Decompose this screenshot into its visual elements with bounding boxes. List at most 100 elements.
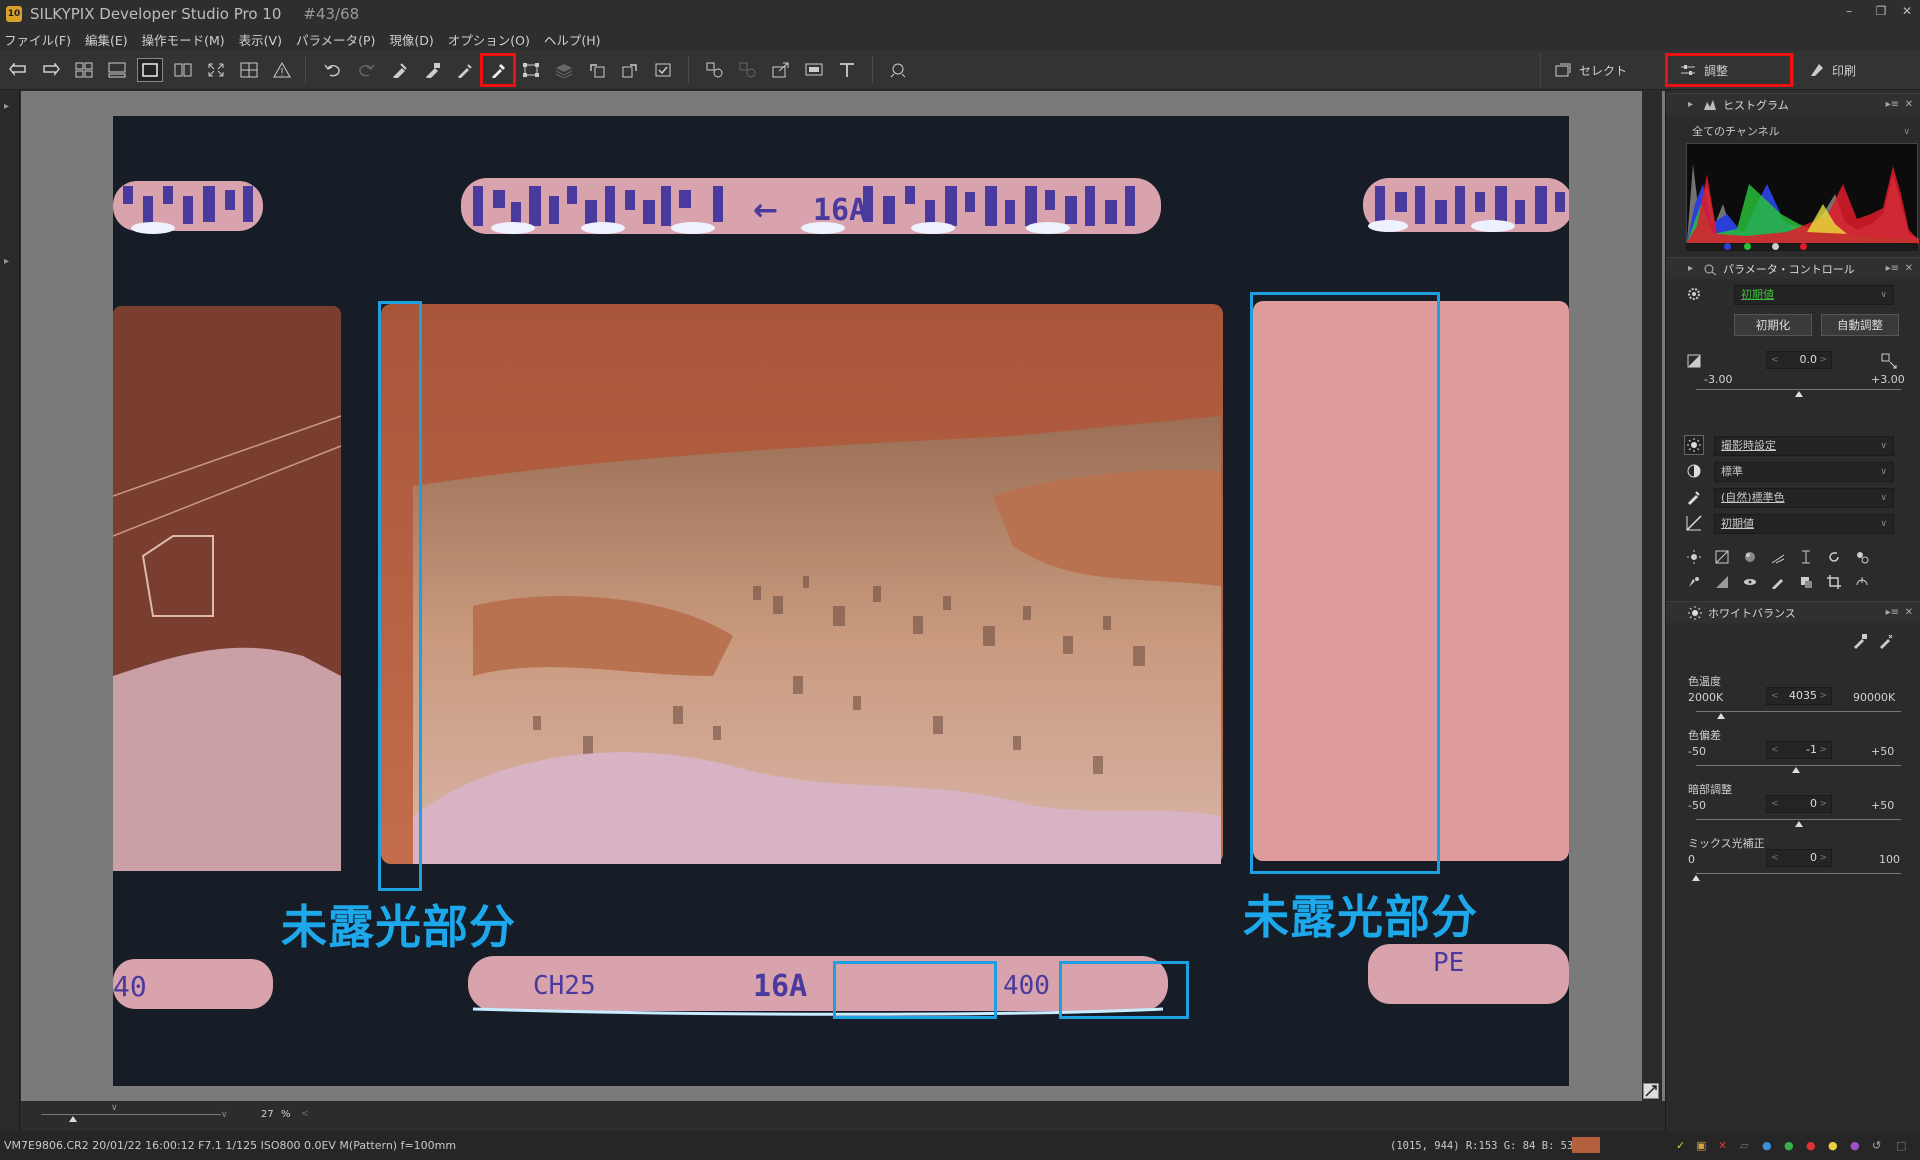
layers-icon[interactable] bbox=[551, 58, 577, 82]
menu-parameter[interactable]: パラメータ(P) bbox=[296, 30, 375, 49]
tab-adjust[interactable]: 調整 bbox=[1665, 53, 1793, 87]
wb-slider-value[interactable]: <0 > bbox=[1766, 849, 1832, 867]
dropdown-initial[interactable]: 初期値 ∨ bbox=[1714, 514, 1894, 534]
panel-close-icon[interactable]: ✕ bbox=[1905, 607, 1913, 618]
zoom-value[interactable]: 27 bbox=[261, 1109, 274, 1120]
wb-slider-thumb[interactable] bbox=[1792, 767, 1801, 773]
panel-close-icon[interactable]: ✕ bbox=[1905, 263, 1913, 274]
undo-status-icon[interactable]: ↺ bbox=[1872, 1139, 1881, 1152]
label-yellow-icon[interactable]: ● bbox=[1828, 1139, 1838, 1152]
histogram-header[interactable]: ▸ ヒストグラム ▸≡ ✕ bbox=[1666, 93, 1920, 115]
wb-tool-icon[interactable] bbox=[1684, 547, 1704, 567]
wb-slider-value[interactable]: <0 > bbox=[1766, 795, 1832, 813]
reset-button[interactable]: 初期化 bbox=[1734, 314, 1812, 336]
histogram-channel-select[interactable]: 全てのチャンネル ∨ bbox=[1686, 123, 1916, 143]
text-tool-icon[interactable] bbox=[834, 58, 860, 82]
check-mark-icon[interactable]: ✓ bbox=[1676, 1139, 1685, 1152]
panel-menu-icon[interactable]: ▸≡ bbox=[1886, 99, 1899, 110]
sphere-tool-icon[interactable] bbox=[1740, 547, 1760, 567]
panel-menu-icon[interactable]: ▸≡ bbox=[1886, 607, 1899, 618]
wb-slider-track[interactable] bbox=[1696, 765, 1901, 766]
lens-tool-icon[interactable] bbox=[1852, 547, 1872, 567]
tab-select[interactable]: セレクト bbox=[1540, 53, 1665, 87]
zoom-dropdown-icon[interactable]: ∨ bbox=[221, 1110, 228, 1120]
dust-tool-icon[interactable] bbox=[1796, 572, 1816, 592]
eye-tool-icon[interactable] bbox=[1740, 572, 1760, 592]
minimize-icon[interactable]: – bbox=[1834, 0, 1864, 22]
menu-mode[interactable]: 操作モード(M) bbox=[142, 30, 225, 49]
collapse-chevron-icon[interactable]: ▸ bbox=[1688, 99, 1693, 110]
color-eyedropper-icon[interactable] bbox=[1684, 487, 1704, 507]
filmstrip-view-icon[interactable] bbox=[104, 58, 130, 82]
dropdown-standard[interactable]: 標準 ∨ bbox=[1714, 462, 1894, 482]
dropdown-shooting-settings[interactable]: 撮影時設定 ∨ bbox=[1714, 436, 1894, 456]
contrast-icon[interactable] bbox=[1684, 461, 1704, 481]
menu-view[interactable]: 表示(V) bbox=[239, 30, 282, 49]
fullscreen-icon[interactable] bbox=[203, 58, 229, 82]
reject-icon[interactable]: ✕ bbox=[1718, 1139, 1727, 1152]
wb-slider-value[interactable]: < -1 > bbox=[1766, 741, 1832, 759]
menu-develop[interactable]: 現像(D) bbox=[389, 30, 433, 49]
menu-option[interactable]: オプション(O) bbox=[448, 30, 530, 49]
exposure-slider[interactable] bbox=[1696, 389, 1901, 390]
white-balance-header[interactable]: ホワイトバランス ▸≡ ✕ bbox=[1666, 601, 1920, 623]
rotate-tool-icon[interactable] bbox=[1824, 547, 1844, 567]
label-purple-icon[interactable]: ● bbox=[1850, 1139, 1860, 1152]
folder-icon[interactable]: ▣ bbox=[1696, 1139, 1706, 1152]
pen-tool-icon[interactable] bbox=[1768, 572, 1788, 592]
warning-icon[interactable] bbox=[269, 58, 295, 82]
redo-icon[interactable] bbox=[353, 58, 379, 82]
preset-gear-icon[interactable] bbox=[1684, 284, 1704, 304]
brush-icon[interactable] bbox=[452, 58, 478, 82]
exposure-value[interactable]: <0.0 > bbox=[1766, 351, 1832, 369]
develop-icon[interactable] bbox=[702, 58, 728, 82]
menu-file[interactable]: ファイル(F) bbox=[4, 30, 71, 49]
compare-view-icon[interactable] bbox=[170, 58, 196, 82]
wb-picker-icon[interactable] bbox=[1850, 631, 1870, 651]
wb-slider-thumb[interactable] bbox=[1716, 713, 1725, 719]
panel-menu-icon[interactable]: ▸≡ bbox=[1886, 263, 1899, 274]
wb-slider-track[interactable] bbox=[1696, 711, 1901, 712]
menu-edit[interactable]: 編集(E) bbox=[85, 30, 128, 49]
rotate-right-icon[interactable] bbox=[617, 58, 643, 82]
close-icon[interactable]: ✕ bbox=[1892, 0, 1920, 22]
gray-point-picker-icon[interactable] bbox=[480, 53, 516, 87]
wb-slider-track[interactable] bbox=[1696, 873, 1901, 874]
undo-icon[interactable] bbox=[320, 58, 346, 82]
transform-icon[interactable] bbox=[518, 58, 544, 82]
label-red-icon[interactable]: ● bbox=[1806, 1139, 1816, 1152]
expand-left-mid-icon[interactable]: ▸ bbox=[4, 256, 9, 267]
tab-print[interactable]: 印刷 bbox=[1793, 53, 1920, 87]
wb-auto-icon[interactable] bbox=[1876, 631, 1896, 651]
preset-select[interactable]: 初期値 ∨ bbox=[1734, 285, 1894, 305]
loupe-icon[interactable] bbox=[885, 58, 911, 82]
export-icon[interactable] bbox=[768, 58, 794, 82]
brightness-icon[interactable] bbox=[1684, 435, 1704, 455]
label-green-icon[interactable]: ● bbox=[1784, 1139, 1794, 1152]
exposure-tool-icon[interactable] bbox=[1712, 547, 1732, 567]
panel-close-icon[interactable]: ✕ bbox=[1905, 99, 1913, 110]
rotate-left-icon[interactable] bbox=[584, 58, 610, 82]
zoom-left-arrow-icon[interactable]: < bbox=[301, 1109, 309, 1119]
gradient-tool-icon[interactable] bbox=[1712, 572, 1732, 592]
exposure-slider-thumb[interactable] bbox=[1794, 391, 1803, 397]
paste-params-icon[interactable] bbox=[419, 58, 445, 82]
perspective-tool-icon[interactable] bbox=[1796, 547, 1816, 567]
next-image-icon[interactable] bbox=[38, 58, 64, 82]
image-viewer[interactable]: 16A ← 40 CH25 16A 400 PE 未露光部分 未露光部分 bbox=[21, 91, 1665, 1101]
copy-params-icon[interactable] bbox=[386, 58, 412, 82]
batch-develop-icon[interactable] bbox=[735, 58, 761, 82]
menu-help[interactable]: ヘルプ(H) bbox=[544, 30, 601, 49]
auto-adjust-button[interactable]: 自動調整 bbox=[1821, 314, 1899, 336]
prev-image-icon[interactable] bbox=[5, 58, 31, 82]
thumbnail-view-icon[interactable] bbox=[71, 58, 97, 82]
label-blue-icon[interactable]: ● bbox=[1762, 1139, 1772, 1152]
wb-slider-thumb[interactable] bbox=[1794, 821, 1803, 827]
slideshow-icon[interactable] bbox=[801, 58, 827, 82]
crop-tool-icon[interactable] bbox=[1824, 572, 1844, 592]
collapse-chevron-icon[interactable]: ▸ bbox=[1688, 263, 1693, 274]
wb-slider-value[interactable]: <4035 > bbox=[1766, 687, 1832, 705]
copy-mark-icon[interactable]: ▱ bbox=[1740, 1139, 1748, 1152]
lock-icon[interactable]: □ bbox=[1896, 1139, 1906, 1152]
dropdown-natural-color[interactable]: (自然)標準色 ∨ bbox=[1714, 488, 1894, 508]
